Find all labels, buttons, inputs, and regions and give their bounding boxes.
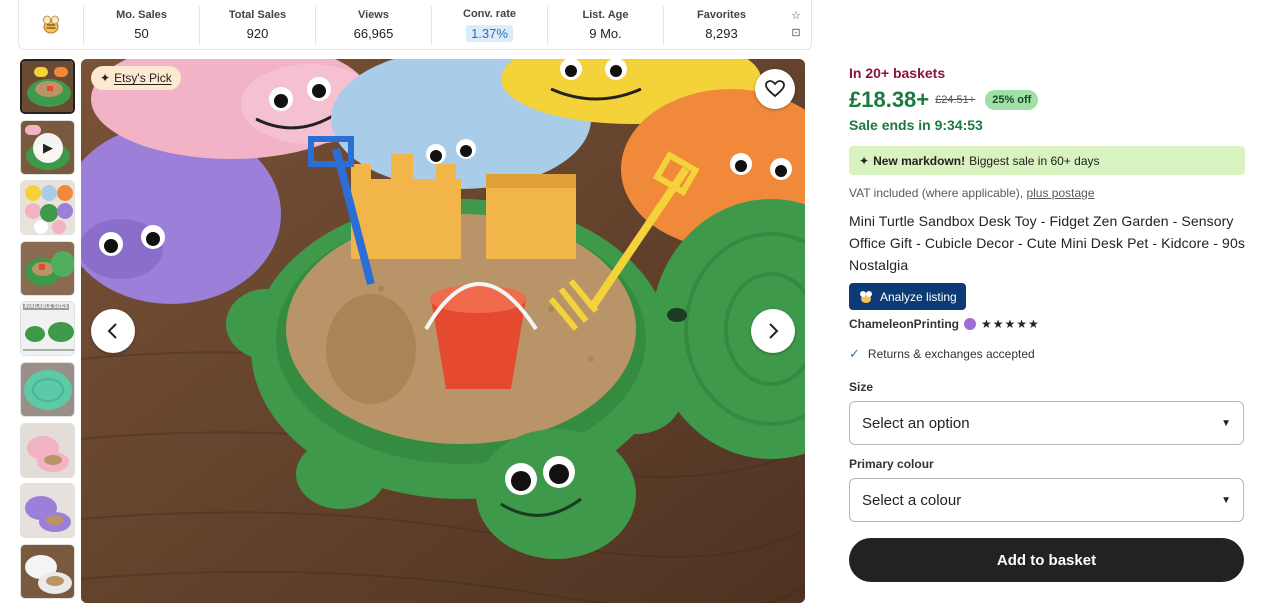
stat-value: 66,965 <box>353 25 394 41</box>
in-baskets-notice: In 20+ baskets <box>849 65 946 81</box>
original-price: £24.51+ <box>935 94 976 106</box>
etsys-pick-badge: ✦ Etsy's Pick <box>91 66 181 90</box>
rating-stars[interactable]: ★★★★★ <box>981 317 1040 331</box>
chevron-left-icon <box>107 323 117 339</box>
star-icon[interactable]: ☆ <box>791 10 801 22</box>
markdown-text: Biggest sale in 60+ days <box>969 153 1100 168</box>
thumb-green-lid[interactable] <box>20 240 75 296</box>
previous-image-button[interactable] <box>91 309 135 353</box>
thumb-video[interactable]: ▶ <box>20 119 75 175</box>
stat-value: 9 Mo. <box>589 25 622 41</box>
shop-row: ChameleonPrinting ★★★★★ <box>849 317 1245 331</box>
stat-label: List. Age <box>582 8 629 21</box>
caret-down-icon: ▼ <box>1221 417 1231 429</box>
analyze-listing-button[interactable]: Analyze listing <box>849 283 966 310</box>
size-label: Size <box>849 380 874 394</box>
stat-favorites: Favorites 8,293 <box>663 5 779 44</box>
thumb-white-turtle[interactable] <box>20 543 75 599</box>
price-row: £18.38+ £24.51+ 25% off <box>849 87 1245 113</box>
check-icon: ✓ <box>849 346 860 361</box>
bee-icon <box>860 290 872 303</box>
stat-list-age: List. Age 9 Mo. <box>547 5 663 44</box>
listing-details-panel: In 20+ baskets £18.38+ £24.51+ 25% off S… <box>849 60 1245 582</box>
product-photo <box>81 59 805 603</box>
sale-countdown: Sale ends in 9:34:53 <box>849 117 983 133</box>
postage-link[interactable]: plus postage <box>1026 186 1094 200</box>
size-select-value: Select an option <box>862 414 970 432</box>
colour-select[interactable]: Select a colour ▼ <box>849 478 1244 522</box>
stat-label: Conv. rate <box>463 7 516 20</box>
caret-down-icon: ▼ <box>1221 494 1231 506</box>
stat-value: 50 <box>134 25 149 41</box>
shop-name-link[interactable]: ChameleonPrinting <box>849 317 959 331</box>
add-to-basket-button[interactable]: Add to basket <box>849 538 1244 582</box>
stat-views: Views 66,965 <box>315 5 431 44</box>
vat-notice: VAT included (where applicable), plus po… <box>849 186 1245 200</box>
thumb-pink-turtle[interactable] <box>20 422 75 478</box>
favorite-button[interactable] <box>755 69 795 109</box>
sparkle-icon: ✦ <box>859 153 870 168</box>
analyze-listing-label: Analyze listing <box>880 289 957 304</box>
next-image-button[interactable] <box>751 309 795 353</box>
listing-stats-bar: Mo. Sales 50 Total Sales 920 Views 66,96… <box>18 0 812 50</box>
colour-label: Primary colour <box>849 457 934 471</box>
thumb-green-turtle[interactable] <box>20 59 75 114</box>
sparkle-icon: ✦ <box>100 71 111 85</box>
vat-text: VAT included (where applicable), <box>849 186 1024 200</box>
markdown-banner: ✦ New markdown! Biggest sale in 60+ days <box>849 146 1245 175</box>
size-select[interactable]: Select an option ▼ <box>849 401 1244 445</box>
thumb-available-sizes[interactable]: AVAILABLE SIZES <box>20 301 75 357</box>
expand-icon[interactable]: ⊡ <box>791 27 800 39</box>
markdown-title: New markdown! <box>873 153 966 168</box>
discount-badge: 25% off <box>985 90 1039 110</box>
stat-value: 8,293 <box>705 25 738 41</box>
stat-label: Favorites <box>697 8 746 21</box>
play-icon: ▶ <box>33 132 63 163</box>
stat-label: Views <box>358 8 389 21</box>
thumb-purple-turtle[interactable] <box>20 483 75 539</box>
returns-text: Returns & exchanges accepted <box>867 347 1035 361</box>
main-product-image[interactable]: ✦ Etsy's Pick <box>81 59 805 603</box>
stat-value: 920 <box>246 25 269 41</box>
stat-total-sales: Total Sales 920 <box>199 5 315 44</box>
returns-policy: ✓ Returns & exchanges accepted <box>849 346 1245 362</box>
heart-icon <box>765 80 785 98</box>
listing-title: Mini Turtle Sandbox Desk Toy - Fidget Ze… <box>849 213 1245 273</box>
stats-actions: ☆ ⊡ <box>781 10 811 39</box>
stat-value: 1.37% <box>466 24 513 42</box>
stat-conv-rate: Conv. rate 1.37% <box>431 5 547 44</box>
thumb-label: AVAILABLE SIZES <box>23 304 69 311</box>
stat-label: Total Sales <box>228 8 287 21</box>
colour-select-value: Select a colour <box>862 491 962 509</box>
stat-label: Mo. Sales <box>116 8 167 21</box>
thumb-colour-variants[interactable] <box>20 180 75 236</box>
stat-mo-sales: Mo. Sales 50 <box>83 5 199 44</box>
etsys-pick-label: Etsy's Pick <box>114 71 172 85</box>
current-price: £18.38+ <box>849 87 930 112</box>
bee-icon[interactable] <box>19 0 83 49</box>
thumb-teal-lid[interactable] <box>20 361 75 417</box>
star-seller-icon <box>964 318 977 330</box>
chevron-right-icon <box>769 323 779 339</box>
thumbnail-strip: ▶ AVAILABLE SIZES <box>20 59 75 604</box>
